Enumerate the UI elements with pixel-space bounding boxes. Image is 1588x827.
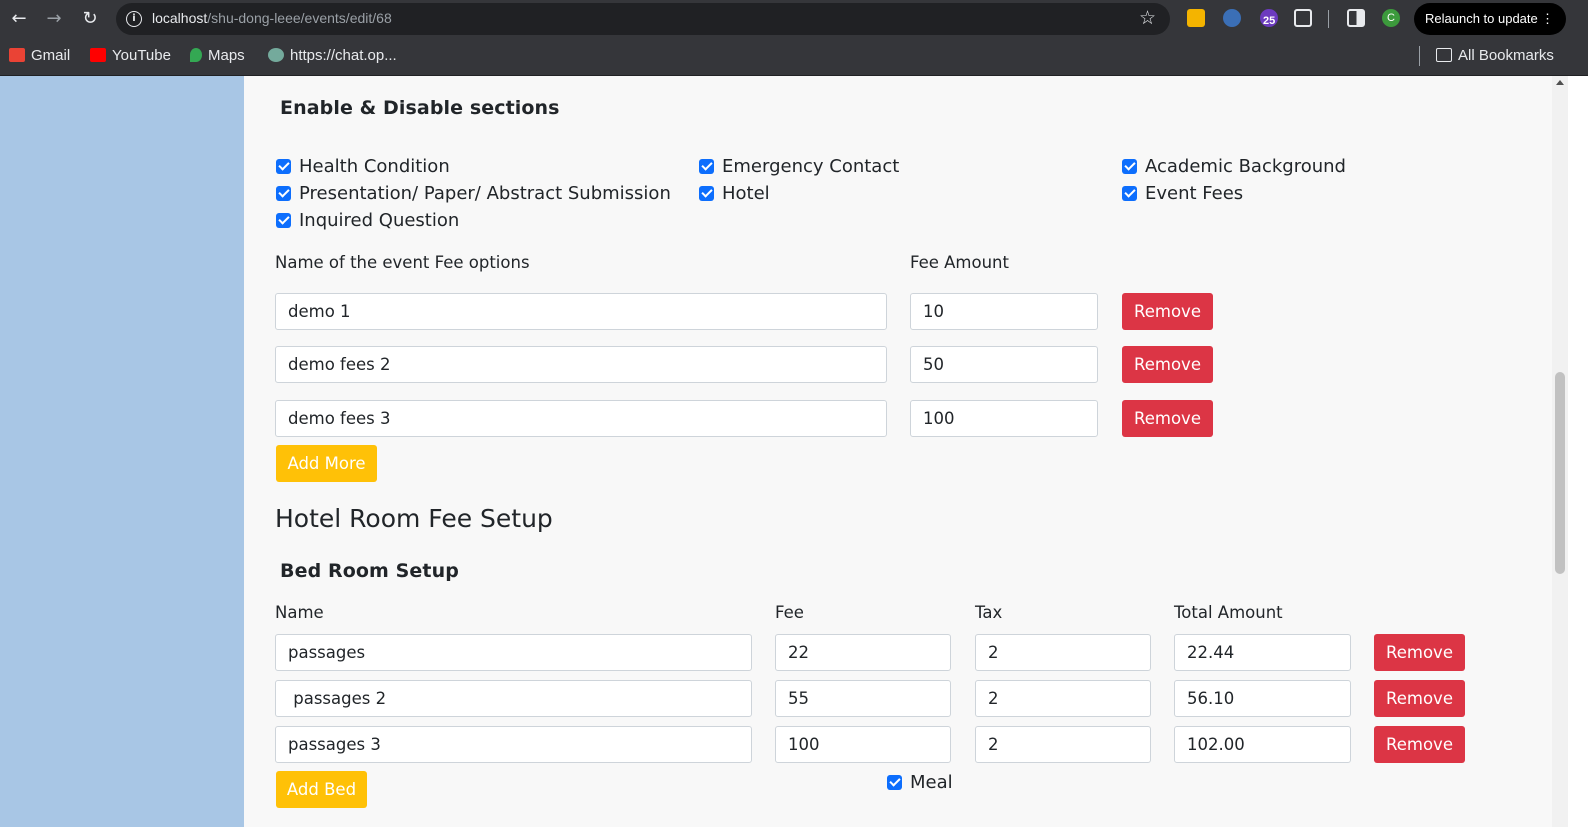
checkbox-label: Hotel <box>722 183 770 204</box>
bed-name-input[interactable]: passages 3 <box>275 726 752 763</box>
profile-avatar[interactable]: C <box>1382 9 1400 27</box>
sections-title: Enable & Disable sections <box>280 97 560 119</box>
bookmark-label: YouTube <box>112 47 171 64</box>
checkbox-checked-icon[interactable] <box>1122 186 1137 201</box>
youtube-icon <box>90 48 106 62</box>
checkbox-checked-icon[interactable] <box>1122 159 1137 174</box>
bed-total-input[interactable]: 56.10 <box>1174 680 1351 717</box>
chatgpt-icon <box>268 48 284 62</box>
bed-room-setup-title: Bed Room Setup <box>280 560 459 582</box>
back-arrow-icon[interactable]: ← <box>8 8 30 30</box>
remove-bed-button[interactable]: Remove <box>1374 726 1465 763</box>
checkbox-checked-icon[interactable] <box>276 159 291 174</box>
remove-fee-button[interactable]: Remove <box>1122 346 1213 383</box>
checkbox-label: Health Condition <box>299 156 450 177</box>
checkbox-label: Meal <box>910 772 953 793</box>
fee-amount-input[interactable]: 50 <box>910 346 1098 383</box>
checkbox-label: Presentation/ Paper/ Abstract Submission <box>299 183 671 204</box>
folder-icon <box>1436 48 1452 62</box>
checkbox-checked-icon[interactable] <box>276 213 291 228</box>
reload-icon[interactable]: ↻ <box>79 8 101 30</box>
bed-fee-input[interactable]: 55 <box>775 680 951 717</box>
side-panel-icon[interactable] <box>1347 9 1365 27</box>
url-text[interactable]: localhost/shu-dong-leee/events/edit/68 <box>152 10 392 26</box>
remove-fee-button[interactable]: Remove <box>1122 293 1213 330</box>
bed-fee-input[interactable]: 22 <box>775 634 951 671</box>
remove-fee-button[interactable]: Remove <box>1122 400 1213 437</box>
fee-name-input[interactable]: demo 1 <box>275 293 887 330</box>
checkbox-checked-icon[interactable] <box>699 159 714 174</box>
fee-amount-input[interactable]: 10 <box>910 293 1098 330</box>
extension-bolt-icon[interactable] <box>1223 9 1241 27</box>
add-bed-button[interactable]: Add Bed <box>276 771 367 808</box>
checkbox-health-condition[interactable]: Health Condition <box>276 156 450 178</box>
url-host: localhost <box>152 10 208 26</box>
bookmark-youtube[interactable]: YouTube <box>90 45 171 67</box>
bed-total-header: Total Amount <box>1174 603 1283 622</box>
bed-tax-input[interactable]: 2 <box>975 634 1151 671</box>
bed-name-header: Name <box>275 603 324 622</box>
site-info-icon[interactable]: i <box>126 11 142 27</box>
bed-name-input[interactable]: passages <box>275 634 752 671</box>
remove-bed-button[interactable]: Remove <box>1374 680 1465 717</box>
checkbox-inquired-question[interactable]: Inquired Question <box>276 210 459 232</box>
fee-amount-input[interactable]: 100 <box>910 400 1098 437</box>
all-bookmarks-label: All Bookmarks <box>1458 47 1554 64</box>
checkbox-checked-icon[interactable] <box>276 186 291 201</box>
checkbox-hotel[interactable]: Hotel <box>699 183 770 205</box>
fee-amount-header: Fee Amount <box>910 253 1009 272</box>
extension-badge-count: 25 <box>1263 15 1276 27</box>
bookmark-chatgpt[interactable]: https://chat.op... <box>268 45 397 67</box>
url-path: /shu-dong-leee/events/edit/68 <box>207 10 392 26</box>
more-options-icon: ⋮ <box>1541 11 1554 26</box>
bookmark-gmail[interactable]: Gmail <box>9 45 70 67</box>
extension-keep-icon[interactable] <box>1187 9 1205 27</box>
bed-fee-header: Fee <box>775 603 804 622</box>
bed-total-input[interactable]: 102.00 <box>1174 726 1351 763</box>
checkbox-meal[interactable]: Meal <box>887 772 953 794</box>
checkbox-label: Emergency Contact <box>722 156 900 177</box>
sidebar <box>0 76 244 827</box>
bookmark-maps[interactable]: Maps <box>190 45 245 67</box>
bed-total-input[interactable]: 22.44 <box>1174 634 1351 671</box>
checkbox-event-fees[interactable]: Event Fees <box>1122 183 1243 205</box>
relaunch-to-update-button[interactable]: Relaunch to update ⋮ <box>1414 3 1566 35</box>
hotel-section-title: Hotel Room Fee Setup <box>275 504 553 533</box>
bed-tax-input[interactable]: 2 <box>975 726 1151 763</box>
bookmark-star-icon[interactable]: ☆ <box>1139 7 1156 29</box>
bed-name-input[interactable]: passages 2 <box>275 680 752 717</box>
fee-name-header: Name of the event Fee options <box>275 253 530 272</box>
checkbox-presentation-submission[interactable]: Presentation/ Paper/ Abstract Submission <box>276 183 671 205</box>
scroll-up-arrow-icon[interactable] <box>1556 80 1564 85</box>
checkbox-checked-icon[interactable] <box>699 186 714 201</box>
checkbox-academic-background[interactable]: Academic Background <box>1122 156 1346 178</box>
forward-arrow-icon[interactable]: → <box>43 8 65 30</box>
checkbox-label: Inquired Question <box>299 210 460 231</box>
bed-fee-input[interactable]: 100 <box>775 726 951 763</box>
fee-name-input[interactable]: demo fees 2 <box>275 346 887 383</box>
fee-name-input[interactable]: demo fees 3 <box>275 400 887 437</box>
remove-bed-button[interactable]: Remove <box>1374 634 1465 671</box>
page-edge <box>1568 76 1588 827</box>
checkbox-label: Event Fees <box>1145 183 1244 204</box>
checkbox-checked-icon[interactable] <box>887 775 902 790</box>
scrollbar-thumb[interactable] <box>1555 372 1565 574</box>
gmail-icon <box>9 48 25 62</box>
relaunch-label: Relaunch to update <box>1425 11 1538 26</box>
all-bookmarks-button[interactable]: All Bookmarks <box>1436 45 1554 67</box>
bookmark-label: https://chat.op... <box>290 47 397 64</box>
bookmarks-divider <box>1419 46 1420 66</box>
add-more-fee-button[interactable]: Add More <box>276 445 377 482</box>
checkbox-emergency-contact[interactable]: Emergency Contact <box>699 156 899 178</box>
address-bar[interactable]: i localhost/shu-dong-leee/events/edit/68… <box>116 3 1170 35</box>
bed-tax-input[interactable]: 2 <box>975 680 1151 717</box>
bed-tax-header: Tax <box>975 603 1003 622</box>
extensions-puzzle-icon[interactable] <box>1294 9 1312 27</box>
bookmark-label: Maps <box>208 47 245 64</box>
extension-badge-icon[interactable]: 25 <box>1260 9 1278 27</box>
maps-icon <box>190 48 202 62</box>
bookmark-label: Gmail <box>31 47 71 64</box>
checkbox-label: Academic Background <box>1145 156 1346 177</box>
toolbar-divider <box>1328 10 1329 28</box>
